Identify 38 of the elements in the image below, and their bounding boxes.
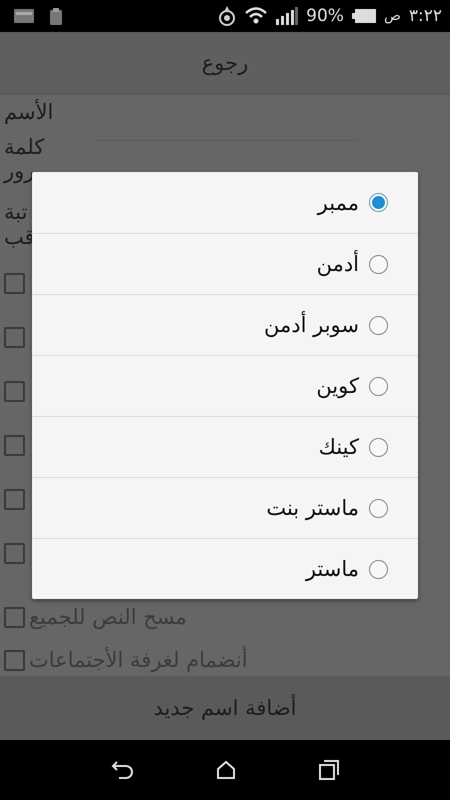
radio-button[interactable] [369, 498, 388, 518]
radio-button[interactable] [369, 316, 388, 334]
radio-option[interactable]: ممبر [32, 172, 418, 233]
am-pm: ص [384, 8, 401, 24]
radio-option[interactable]: ماستر بنت [32, 477, 418, 538]
checkbox[interactable] [4, 326, 25, 348]
checkbox[interactable] [4, 272, 25, 294]
radio-option[interactable]: كينك [32, 416, 418, 477]
hotspot-icon [218, 6, 236, 26]
checkbox[interactable] [4, 434, 25, 456]
back-icon[interactable] [111, 760, 134, 780]
radio-option[interactable]: ماستر [32, 538, 418, 599]
checkbox[interactable] [4, 650, 25, 670]
battery-percent: 90% [306, 6, 344, 26]
form-label: تبة [4, 200, 28, 225]
checkbox[interactable] [4, 380, 25, 402]
clock: ٣:٢٢ [408, 6, 442, 26]
recents-icon[interactable] [318, 760, 339, 780]
card-icon [14, 9, 34, 23]
form-label: كلمة [4, 135, 44, 160]
battery-icon [352, 9, 376, 23]
radio-button[interactable] [369, 438, 388, 456]
checkbox[interactable] [4, 488, 25, 510]
home-icon[interactable] [216, 760, 236, 780]
radio-button[interactable] [369, 254, 388, 274]
radio-option[interactable]: سوبر أدمن [32, 294, 418, 355]
form-label: الأسم [4, 100, 54, 125]
radio-option[interactable]: كوين [32, 355, 418, 416]
radio-option[interactable]: أدمن [32, 233, 418, 294]
clipboard-icon [50, 8, 62, 24]
radio-button[interactable] [369, 193, 388, 212]
radio-button[interactable] [369, 560, 388, 578]
form-label: رور [4, 160, 34, 182]
wifi-icon [244, 6, 268, 26]
radio-button[interactable] [369, 376, 388, 396]
checkbox[interactable] [4, 542, 25, 564]
signal-icon [276, 7, 298, 25]
checkbox[interactable] [4, 606, 25, 628]
